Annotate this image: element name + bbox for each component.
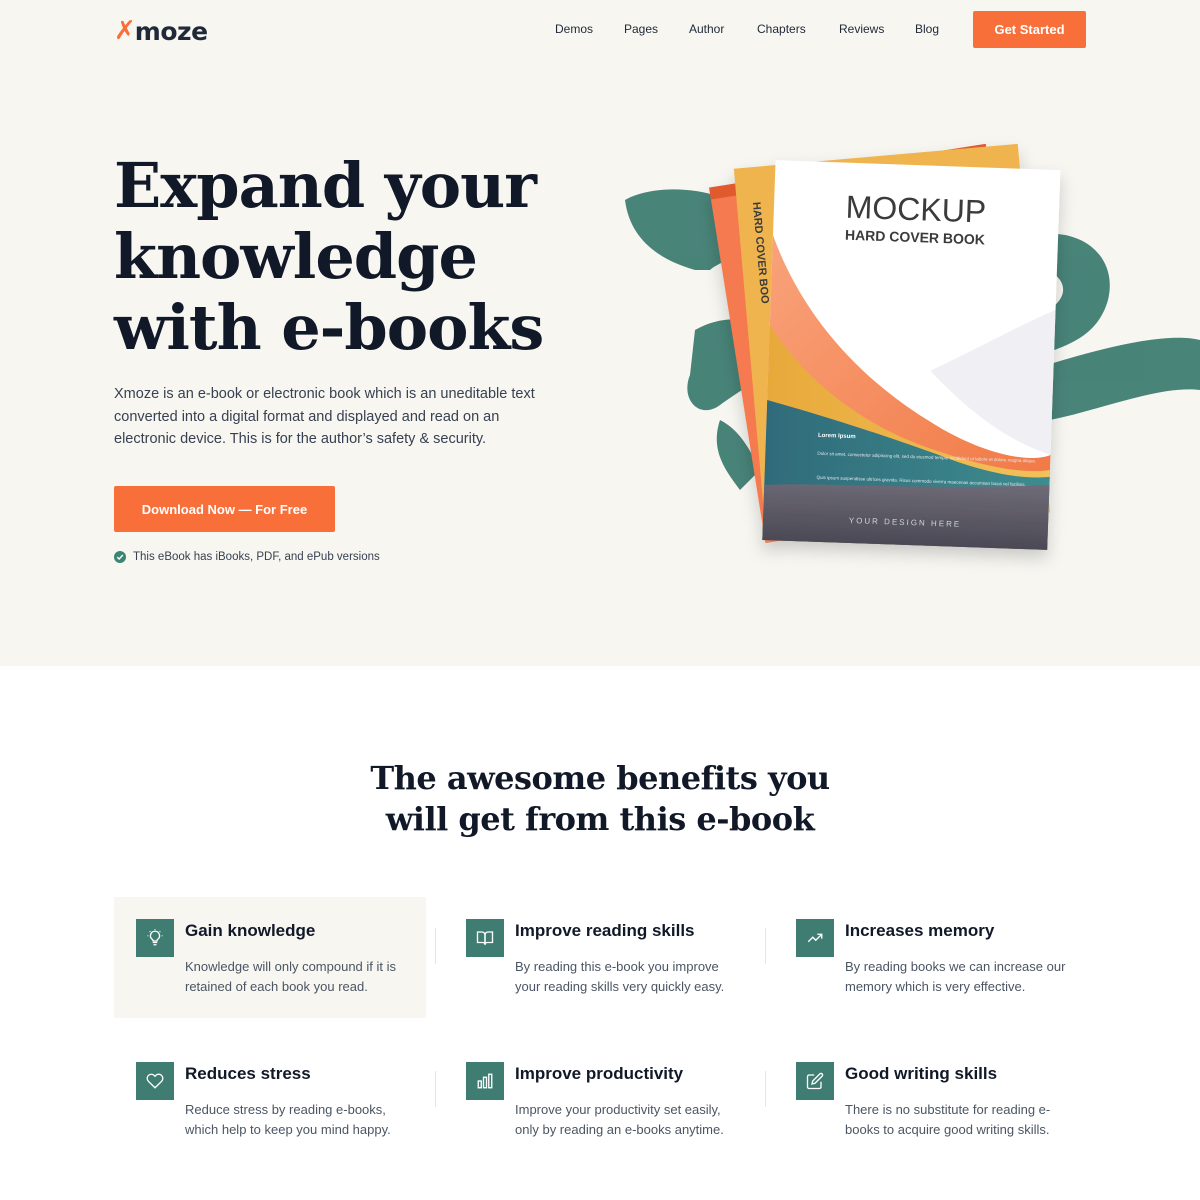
formats-note-text: This eBook has iBooks, PDF, and ePub ver… xyxy=(133,551,380,563)
formats-note: This eBook has iBooks, PDF, and ePub ver… xyxy=(114,551,380,563)
download-button[interactable]: Download Now — For Free xyxy=(114,486,335,532)
hero-title-line: with e-books xyxy=(114,291,544,364)
nav-link-pages[interactable]: Pages xyxy=(624,22,658,36)
nav-link-reviews[interactable]: Reviews xyxy=(839,22,884,36)
benefit-text: Reduce stress by reading e-books, which … xyxy=(185,1102,391,1137)
benefits-title-line: The awesome benefits you xyxy=(370,759,830,797)
hero-title-line: Expand your xyxy=(114,149,537,222)
divider xyxy=(765,1071,766,1107)
bar-chart-icon xyxy=(466,1062,504,1100)
hero-section: ✗ moze Demos Pages Author Chapters Revie… xyxy=(0,0,1200,666)
benefit-text: There is no substitute for reading e-boo… xyxy=(845,1102,1051,1137)
lightbulb-icon xyxy=(136,919,174,957)
heart-icon xyxy=(136,1062,174,1100)
hero-description: Xmoze is an e-book or electronic book wh… xyxy=(114,386,535,447)
benefit-title: Good writing skills xyxy=(845,1064,998,1083)
get-started-button[interactable]: Get Started xyxy=(973,11,1086,48)
book-mockup-illustration: HARD COVER BOO MOCKUP HARD COVER BOOK Lo… xyxy=(625,143,1200,550)
hero-title-line: knowledge xyxy=(114,220,478,293)
book-open-icon xyxy=(466,919,504,957)
check-circle-icon xyxy=(114,551,126,563)
divider xyxy=(435,928,436,964)
benefits-title-line: will get from this e-book xyxy=(385,800,815,838)
benefit-card-writing-skills[interactable]: Good writing skills There is no substitu… xyxy=(774,1040,1086,1161)
benefit-title: Gain knowledge xyxy=(185,921,316,940)
trending-up-icon xyxy=(796,919,834,957)
benefit-card-gain-knowledge[interactable]: Gain knowledge Knowledge will only compo… xyxy=(114,897,426,1018)
benefit-title: Increases memory xyxy=(845,921,995,940)
benefit-card-reduces-stress[interactable]: Reduces stress Reduce stress by reading … xyxy=(114,1040,426,1161)
edit-icon xyxy=(796,1062,834,1100)
divider xyxy=(435,1071,436,1107)
benefit-title: Improve productivity xyxy=(515,1064,684,1083)
hero-title: Expand your knowledge with e-books xyxy=(114,150,574,363)
book-title: MOCKUP xyxy=(845,189,987,230)
nav-link-chapters[interactable]: Chapters xyxy=(757,22,806,36)
benefit-card-productivity[interactable]: Improve productivity Improve your produc… xyxy=(444,1040,756,1161)
nav-link-demos[interactable]: Demos xyxy=(555,22,593,36)
nav-link-author[interactable]: Author xyxy=(689,22,724,36)
benefit-card-memory[interactable]: Increases memory By reading books we can… xyxy=(774,897,1086,1018)
benefit-title: Reduces stress xyxy=(185,1064,311,1083)
benefit-text: Knowledge will only compound if it is re… xyxy=(185,959,396,994)
benefit-card-reading-skills[interactable]: Improve reading skills By reading this e… xyxy=(444,897,756,1018)
benefit-title: Improve reading skills xyxy=(515,921,695,940)
benefit-text: By reading books we can increase our mem… xyxy=(845,959,1066,994)
benefit-text: By reading this e-book you improve your … xyxy=(515,959,725,994)
divider xyxy=(765,928,766,964)
benefits-title: The awesome benefits you will get from t… xyxy=(300,758,900,840)
nav-link-blog[interactable]: Blog xyxy=(915,22,939,36)
benefit-text: Improve your productivity set easily, on… xyxy=(515,1102,724,1137)
